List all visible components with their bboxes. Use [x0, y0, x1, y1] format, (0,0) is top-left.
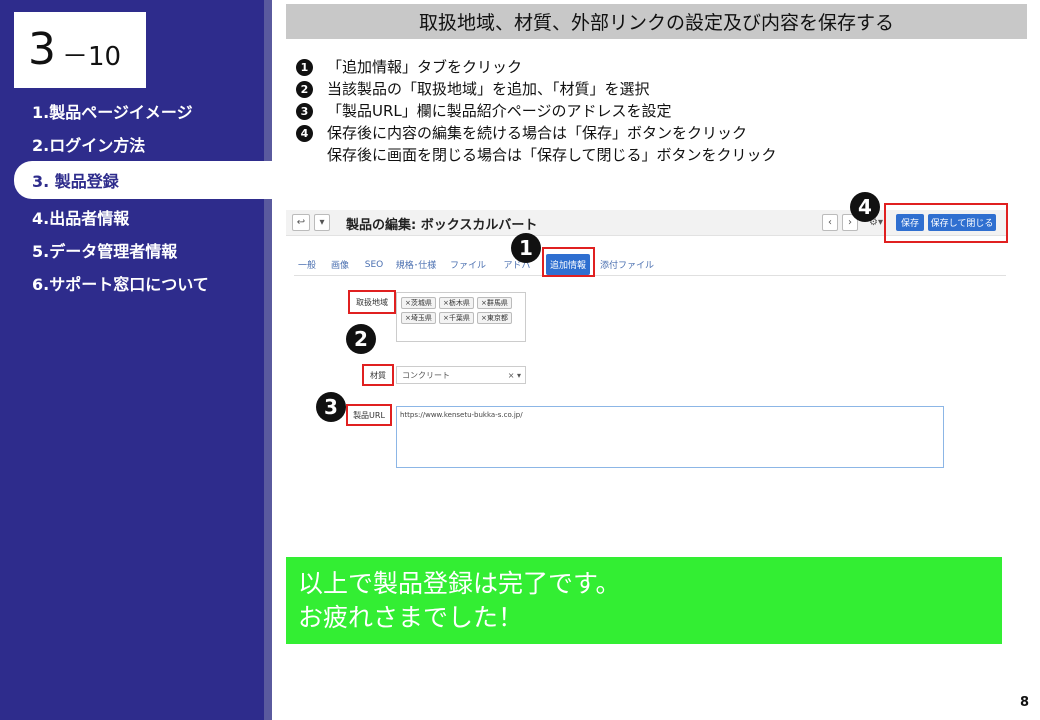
sidebar-nav: 1.製品ページイメージ 2.ログイン方法 3. 製品登録 4.出品者情報 5.デ… [0, 94, 272, 299]
highlight-additional-info-tab [542, 247, 595, 277]
nav-item-exhibitor-info[interactable]: 4.出品者情報 [0, 200, 272, 233]
material-value: コンクリート [402, 370, 450, 380]
step-text: 保存後に内容の編集を続ける場合は「保存」ボタンをクリック [327, 124, 748, 142]
step-4-continued: 保存後に画面を閉じる場合は「保存して閉じる」ボタンをクリック [296, 144, 1016, 166]
step-number-badge: 1 [296, 59, 313, 76]
nav-item-data-admin-info[interactable]: 5.データ管理者情報 [0, 233, 272, 266]
region-tag[interactable]: ×埼玉県 [401, 312, 436, 324]
step-1: 1 「追加情報」タブをクリック [296, 56, 1016, 78]
nav-item-support[interactable]: 6.サポート窓口について [0, 266, 272, 299]
page-number: 8 [1019, 695, 1029, 710]
step-text: 「追加情報」タブをクリック [327, 58, 523, 76]
tab-specs[interactable]: 規格･仕様 [394, 254, 438, 275]
nav-item-product-registration[interactable]: 3. 製品登録 [14, 161, 272, 199]
region-tag[interactable]: ×栃木県 [439, 297, 474, 309]
marker-3: 3 [316, 392, 346, 422]
product-edit-screenshot: ↩ ▾ 製品の編集: ボックスカルバート ‹ › ⚙▾ 保存 保存して閉じる 一… [286, 192, 1008, 468]
step-number-badge: 2 [296, 81, 313, 98]
section-subnumber: －10 [62, 41, 122, 72]
tab-images[interactable]: 画像 [326, 254, 354, 275]
edit-page-title: 製品の編集: ボックスカルバート [346, 218, 538, 233]
nav-item-login[interactable]: 2.ログイン方法 [0, 127, 272, 160]
section-number-box: 3 －10 [14, 12, 146, 88]
section-number: 3 [28, 24, 56, 75]
step-text: 当該製品の「取扱地域」を追加、「材質」を選択 [327, 80, 650, 98]
page-title: 取扱地域、材質、外部リンクの設定及び内容を保存する [286, 4, 1027, 39]
chevron-down-icon[interactable]: ▾ [314, 214, 330, 231]
chevron-down-icon[interactable]: × ▾ [508, 371, 521, 380]
back-icon[interactable]: ↩ [292, 214, 310, 231]
tab-attachments[interactable]: 添付ファイル [600, 254, 654, 275]
material-select[interactable]: コンクリート × ▾ [396, 366, 526, 384]
region-input[interactable]: ×茨城県 ×栃木県 ×群馬県 ×埼玉県 ×千葉県 ×東京都 [396, 292, 526, 342]
highlight-region-label [348, 290, 396, 314]
tab-files[interactable]: ファイル [446, 254, 490, 275]
step-text: 「製品URL」欄に製品紹介ページのアドレスを設定 [327, 102, 672, 120]
instruction-steps: 1 「追加情報」タブをクリック 2 当該製品の「取扱地域」を追加、「材質」を選択 3… [296, 56, 1016, 166]
tab-bar: 一般 画像 SEO 規格･仕様 ファイル アドバ 追加情報 添付ファイル [294, 254, 1006, 276]
step-4: 4 保存後に内容の編集を続ける場合は「保存」ボタンをクリック [296, 122, 1016, 144]
marker-1: 1 [511, 233, 541, 263]
region-tag[interactable]: ×群馬県 [477, 297, 512, 309]
completion-line-2: お疲れさまでした！ [298, 603, 524, 632]
step-number-badge: 4 [296, 125, 313, 142]
completion-banner: 以上で製品登録は完了です。 お疲れさまでした！ [286, 557, 1002, 644]
step-number-badge: 3 [296, 103, 313, 120]
region-tag[interactable]: ×東京都 [477, 312, 512, 324]
highlight-save-buttons [884, 203, 1008, 243]
url-field[interactable]: https://www.kensetu-bukka-s.co.jp/ [396, 406, 944, 468]
region-tag[interactable]: ×千葉県 [439, 312, 474, 324]
highlight-material-label [362, 364, 394, 386]
step-text: 保存後に画面を閉じる場合は「保存して閉じる」ボタンをクリック [327, 146, 777, 164]
step-2: 2 当該製品の「取扱地域」を追加、「材質」を選択 [296, 78, 1016, 100]
region-tag[interactable]: ×茨城県 [401, 297, 436, 309]
highlight-url-label [346, 404, 392, 426]
marker-2: 2 [346, 324, 376, 354]
tab-seo[interactable]: SEO [360, 254, 388, 275]
tab-general[interactable]: 一般 [294, 254, 320, 275]
marker-4: 4 [850, 192, 880, 222]
step-3: 3 「製品URL」欄に製品紹介ページのアドレスを設定 [296, 100, 1016, 122]
completion-line-1: 以上で製品登録は完了です。 [298, 569, 621, 598]
nav-item-product-page[interactable]: 1.製品ページイメージ [0, 94, 272, 127]
prev-icon[interactable]: ‹ [822, 214, 838, 231]
